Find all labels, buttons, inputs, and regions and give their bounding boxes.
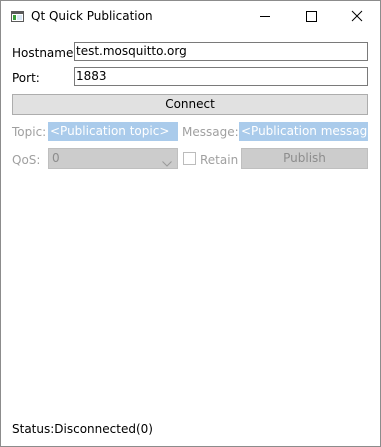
hostname-label: Hostname:	[12, 46, 78, 60]
qos-label: QoS:	[12, 153, 41, 167]
qos-combobox[interactable]: 0	[48, 148, 178, 169]
qt-window-icon	[11, 11, 24, 22]
connect-button[interactable]: Connect	[12, 94, 368, 115]
status-text: Status:Disconnected(0)	[12, 422, 153, 436]
port-label: Port:	[12, 71, 40, 85]
close-button[interactable]	[334, 1, 380, 32]
minimize-icon	[260, 16, 270, 17]
chevron-down-icon	[162, 156, 172, 167]
close-icon	[351, 10, 363, 22]
retain-checkbox[interactable]	[183, 152, 196, 165]
minimize-button[interactable]	[242, 1, 288, 32]
maximize-icon	[306, 11, 317, 22]
hostname-input[interactable]: test.mosquitto.org	[74, 42, 368, 61]
maximize-button[interactable]	[288, 1, 334, 32]
publish-button[interactable]: Publish	[241, 148, 368, 169]
message-label: Message:	[182, 125, 239, 139]
retain-label: Retain	[200, 153, 239, 167]
app-window: Qt Quick Publication Hostname: test.mosq…	[0, 0, 381, 447]
topic-input[interactable]: <Publication topic>	[48, 122, 178, 141]
port-input[interactable]: 1883	[74, 67, 368, 86]
message-input[interactable]: <Publication message>	[239, 122, 368, 141]
window-title: Qt Quick Publication	[31, 9, 153, 23]
title-bar[interactable]: Qt Quick Publication	[1, 1, 380, 32]
topic-label: Topic:	[12, 125, 47, 139]
qos-value: 0	[52, 151, 60, 165]
